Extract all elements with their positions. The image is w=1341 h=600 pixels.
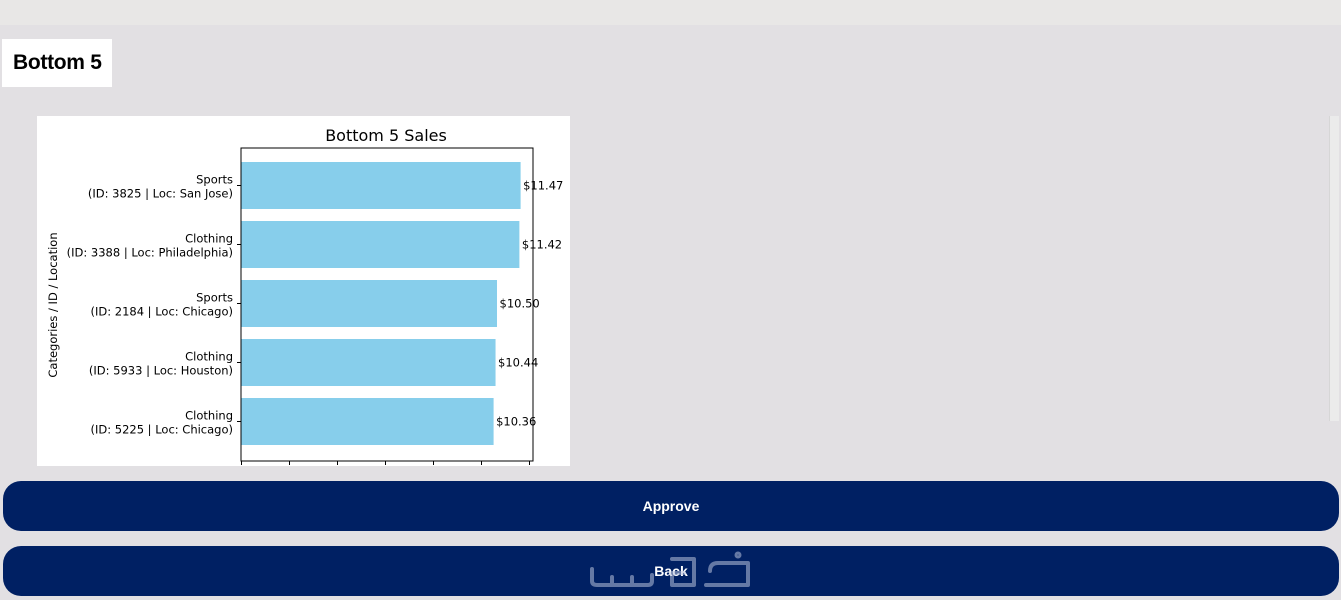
bar — [241, 221, 520, 268]
y-tick-label-category: Clothing — [185, 232, 233, 246]
y-tick-label-detail: (ID: 5933 | Loc: Houston) — [89, 364, 233, 378]
bar-value-label: $11.47 — [523, 179, 563, 193]
y-tick-label-category: Clothing — [185, 409, 233, 423]
back-button[interactable]: Back — [3, 546, 1339, 596]
y-tick-label-category: Clothing — [185, 350, 233, 364]
bar-chart: Bottom 5 Sales Categories / ID / Locatio… — [46, 126, 563, 465]
bar-value-label: $10.44 — [498, 356, 538, 370]
y-tick-label-category: Sports — [196, 291, 233, 305]
scrollbar[interactable] — [1329, 116, 1339, 421]
y-tick-label-detail: (ID: 3825 | Loc: San Jose) — [88, 187, 233, 201]
bar-value-label: $10.36 — [496, 415, 536, 429]
section-title: Bottom 5 — [2, 39, 112, 87]
bar — [241, 398, 494, 445]
y-tick-label-category: Sports — [196, 173, 233, 187]
top-strip — [0, 0, 1341, 25]
y-axis-label: Categories / ID / Location — [46, 232, 60, 377]
y-tick-label-detail: (ID: 5225 | Loc: Chicago) — [90, 423, 233, 437]
bar-value-label: $10.50 — [500, 297, 540, 311]
bar — [241, 339, 496, 386]
y-tick-label-detail: (ID: 2184 | Loc: Chicago) — [90, 305, 233, 319]
approve-button[interactable]: Approve — [3, 481, 1339, 531]
chart-title: Bottom 5 Sales — [325, 126, 447, 145]
bar-value-label: $11.42 — [522, 238, 562, 252]
bar — [241, 280, 497, 327]
chart-image: Bottom 5 Sales Categories / ID / Locatio… — [37, 116, 570, 466]
y-tick-label-detail: (ID: 3388 | Loc: Philadelphia) — [67, 246, 233, 260]
bar — [241, 162, 521, 209]
